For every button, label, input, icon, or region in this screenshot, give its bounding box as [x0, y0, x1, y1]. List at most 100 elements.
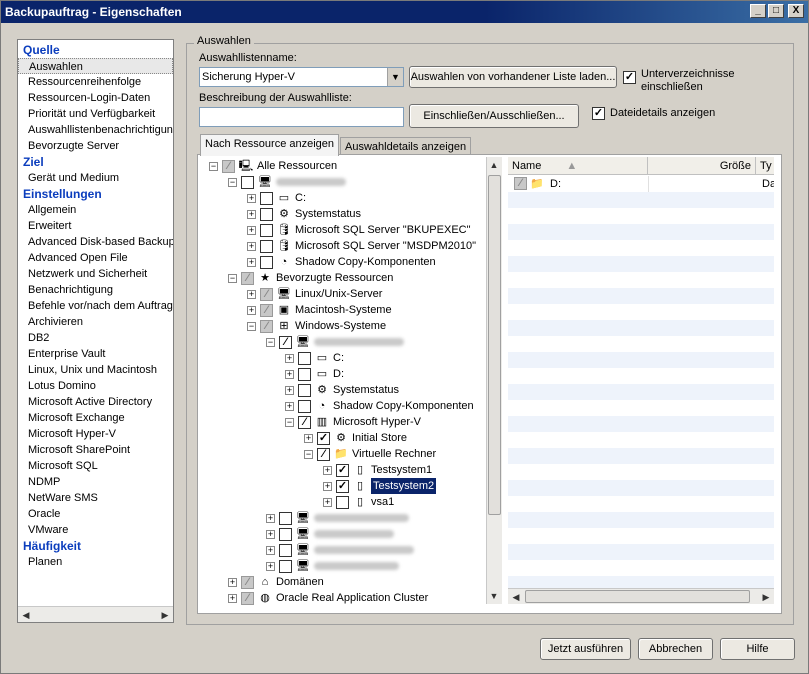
collapse-icon[interactable]: − — [228, 177, 237, 187]
nav-item[interactable]: Auswahllistenbenachrichtigung — [18, 122, 173, 138]
expand-icon[interactable]: + — [323, 497, 332, 507]
column-name[interactable]: Name ▲ — [508, 157, 648, 175]
nav-item[interactable]: Microsoft SharePoint — [18, 442, 173, 458]
nav-item[interactable]: Erweitert — [18, 218, 173, 234]
expand-icon[interactable]: + — [247, 193, 256, 203]
tree-node[interactable]: − ⁄ ⊞ Windows-Systeme — [247, 318, 386, 334]
tree-checkbox[interactable] — [298, 399, 311, 413]
tree-checkbox[interactable] — [260, 207, 273, 221]
expand-icon[interactable]: + — [304, 433, 313, 443]
tree-node[interactable]: + 🖥 — [266, 558, 399, 574]
tree-checkbox[interactable] — [279, 527, 292, 541]
tree-checkbox[interactable]: ⁄ — [260, 319, 273, 333]
collapse-icon[interactable]: − — [285, 417, 294, 427]
column-type[interactable]: Ty — [756, 157, 774, 175]
nav-item[interactable]: Bevorzugte Server — [18, 138, 173, 154]
expand-icon[interactable]: + — [285, 385, 294, 395]
tree-node[interactable]: + ▭ C: — [247, 190, 306, 206]
nav-item[interactable]: Gerät und Medium — [18, 170, 173, 186]
dropdown-arrow-icon[interactable]: ▼ — [387, 68, 403, 86]
expand-icon[interactable]: + — [247, 289, 256, 299]
list-row[interactable]: ⁄ 📁 D: Da — [508, 176, 774, 192]
list-row-checkbox[interactable]: ⁄ — [514, 177, 527, 190]
tree-checkbox[interactable] — [279, 511, 292, 525]
nav-item[interactable]: Microsoft Active Directory — [18, 394, 173, 410]
tree-node[interactable]: + ⁄ ▣ Macintosh-Systeme — [247, 302, 392, 318]
tab-by-resource[interactable]: Nach Ressource anzeigen — [200, 134, 340, 156]
tree-node[interactable]: + ✓ ⚙ Initial Store — [304, 430, 407, 446]
nav-item[interactable]: Microsoft Exchange — [18, 410, 173, 426]
expand-icon[interactable]: + — [285, 369, 294, 379]
expand-icon[interactable]: + — [323, 481, 332, 491]
tree-node[interactable]: + ✓ ▯ Testsystem2 — [323, 478, 437, 494]
scroll-left-icon[interactable]: ◀ — [509, 590, 523, 604]
tree-checkbox[interactable]: ⁄ — [241, 575, 254, 589]
expand-icon[interactable]: + — [266, 513, 275, 523]
expand-icon[interactable]: + — [285, 353, 294, 363]
tree-checkbox[interactable]: ✓ — [317, 431, 330, 445]
help-button[interactable]: Hilfe — [720, 638, 795, 660]
tree-node[interactable]: − ⁄ ★ Bevorzugte Ressourcen — [228, 270, 393, 286]
tree-node[interactable]: + ⁄ 🖥 Linux/Unix-Server — [247, 286, 382, 302]
tree-node[interactable]: + ▭ D: — [285, 366, 344, 382]
nav-item[interactable]: Netzwerk und Sicherheit — [18, 266, 173, 282]
nav-item[interactable]: NDMP — [18, 474, 173, 490]
list-scroll-thumb[interactable] — [525, 590, 750, 603]
nav-item[interactable]: Priorität und Verfügbarkeit — [18, 106, 173, 122]
tree-node[interactable]: + 🖥 — [266, 542, 414, 558]
expand-icon[interactable]: + — [228, 577, 237, 587]
list-horizontal-scrollbar[interactable]: ◀ ▶ — [508, 588, 774, 604]
scroll-right-icon[interactable]: ▶ — [759, 590, 773, 604]
tree-checkbox[interactable]: ⁄ — [317, 447, 330, 461]
include-subdirs-checkbox[interactable]: ✓ — [623, 71, 636, 84]
column-size[interactable]: Größe — [648, 157, 756, 175]
scroll-down-icon[interactable]: ▼ — [487, 589, 501, 603]
cancel-button[interactable]: Abbrechen — [638, 638, 713, 660]
collapse-icon[interactable]: − — [209, 161, 218, 171]
tree-node[interactable]: + ⚙ Systemstatus — [285, 382, 399, 398]
tree-node[interactable]: + 🛢 Microsoft SQL Server "BKUPEXEC" — [247, 222, 471, 238]
tree-checkbox[interactable]: ✓ — [336, 463, 349, 477]
run-now-button[interactable]: Jetzt ausführen — [540, 638, 631, 660]
tree-checkbox[interactable] — [298, 383, 311, 397]
file-details-checkbox[interactable]: ✓ — [592, 107, 605, 120]
tree-vertical-scrollbar[interactable]: ▲ ▼ — [486, 157, 502, 604]
expand-icon[interactable]: + — [247, 209, 256, 219]
expand-icon[interactable]: + — [266, 529, 275, 539]
tree-node[interactable]: − ⁄ 🖥 — [266, 334, 404, 350]
load-from-list-button[interactable]: Auswahlen von vorhandener Liste laden... — [409, 66, 617, 88]
tree-checkbox[interactable] — [279, 559, 292, 573]
minimize-button[interactable]: _ — [750, 4, 766, 18]
nav-item[interactable]: Allgemein — [18, 202, 173, 218]
tree-scroll-thumb[interactable] — [488, 175, 501, 515]
close-button[interactable]: X — [788, 4, 804, 18]
expand-icon[interactable]: + — [323, 465, 332, 475]
tree-checkbox[interactable]: ⁄ — [298, 415, 311, 429]
tree-checkbox[interactable] — [260, 255, 273, 269]
description-input[interactable] — [199, 107, 404, 127]
list-name-combobox[interactable]: Sicherung Hyper-V ▼ — [199, 67, 404, 87]
nav-item[interactable]: Auswahlen — [18, 58, 173, 74]
scroll-right-icon[interactable]: ▶ — [158, 608, 172, 622]
nav-item[interactable]: Enterprise Vault — [18, 346, 173, 362]
tree-checkbox[interactable]: ⁄ — [279, 335, 292, 349]
tree-checkbox[interactable] — [336, 495, 349, 509]
tree-node[interactable]: + ▭ C: — [285, 350, 344, 366]
tree-node[interactable]: − ⁄ 🖳 Alle Ressourcen — [209, 158, 337, 174]
expand-icon[interactable]: + — [266, 545, 275, 555]
collapse-icon[interactable]: − — [247, 321, 256, 331]
tree-checkbox[interactable] — [241, 175, 254, 189]
maximize-button[interactable]: □ — [768, 4, 784, 18]
tree-node[interactable]: + ◔ Shadow Copy-Komponenten — [247, 254, 436, 270]
nav-item[interactable]: Advanced Open File — [18, 250, 173, 266]
tree-node[interactable]: + ◔ Shadow Copy-Komponenten — [285, 398, 474, 414]
tree-node[interactable]: + 🖥 — [266, 526, 394, 542]
expand-icon[interactable]: + — [285, 401, 294, 411]
scroll-left-icon[interactable]: ◀ — [19, 608, 33, 622]
tree-node[interactable]: − ⁄ ▥ Microsoft Hyper-V — [285, 414, 421, 430]
tree-node[interactable]: + 🛢 Microsoft SQL Server "MSDPM2010" — [247, 238, 476, 254]
nav-item[interactable]: Linux, Unix und Macintosh — [18, 362, 173, 378]
tree-checkbox[interactable] — [298, 351, 311, 365]
tree-checkbox[interactable]: ⁄ — [241, 271, 254, 285]
expand-icon[interactable]: + — [247, 305, 256, 315]
